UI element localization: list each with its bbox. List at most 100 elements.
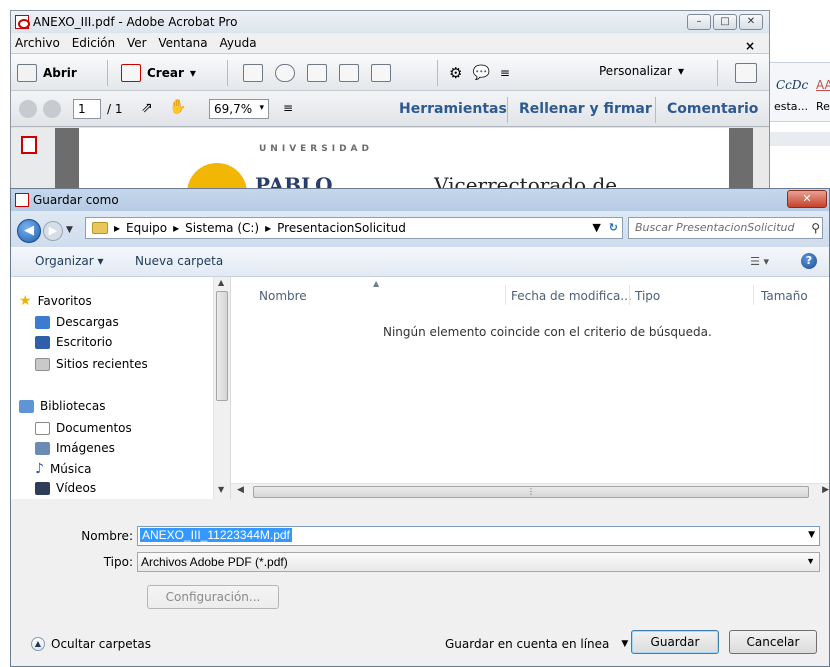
breadcrumb-sistema[interactable]: Sistema (C:) bbox=[185, 221, 259, 235]
document-scrollbar[interactable] bbox=[753, 128, 769, 196]
print-icon[interactable] bbox=[307, 64, 327, 82]
close-document-button[interactable]: × bbox=[741, 36, 759, 53]
window-controls: – □ ✕ bbox=[687, 14, 763, 30]
menu-ayuda[interactable]: Ayuda bbox=[215, 33, 260, 50]
hide-folders-button[interactable]: ▲ Ocultar carpetas bbox=[31, 637, 151, 651]
forward-button[interactable]: ▶ bbox=[43, 221, 63, 241]
menu-edicion[interactable]: Edición bbox=[68, 33, 119, 50]
acrobat-side-pane bbox=[11, 128, 55, 196]
zoom-value: 69,7% bbox=[214, 102, 253, 116]
menu-ver[interactable]: Ver bbox=[123, 33, 151, 50]
dialog-close-button[interactable]: ✕ bbox=[787, 190, 827, 208]
toolbar-divider bbox=[507, 97, 508, 123]
nav-item-videos[interactable]: Vídeos bbox=[35, 481, 96, 495]
style-preview-2[interactable]: AA bbox=[816, 78, 830, 92]
navigation-pane: ★ Favoritos Descargas Escritorio Sitios … bbox=[11, 277, 231, 499]
previous-page-icon[interactable] bbox=[19, 100, 37, 118]
expand-icon[interactable] bbox=[735, 63, 757, 83]
save-online-label: Guardar en cuenta en línea bbox=[445, 637, 610, 651]
fill-sign-panel-button[interactable]: Rellenar y firmar bbox=[519, 101, 652, 117]
more-icon[interactable]: ≡ bbox=[283, 101, 293, 115]
sort-indicator-icon: ▲ bbox=[373, 279, 380, 288]
cancel-button[interactable]: Cancelar bbox=[729, 630, 817, 654]
comment-bubble-icon[interactable]: 💬 bbox=[472, 65, 489, 81]
nav-item-desktop[interactable]: Escritorio bbox=[35, 335, 112, 349]
pdf-file-icon[interactable] bbox=[21, 136, 37, 154]
tools-panel-button[interactable]: Herramientas bbox=[399, 101, 507, 117]
edit-icon[interactable] bbox=[339, 64, 359, 82]
nav-favorites[interactable]: ★ Favoritos bbox=[19, 293, 92, 309]
nav-libraries[interactable]: Bibliotecas bbox=[19, 399, 105, 413]
collapse-icon: ▲ bbox=[31, 637, 45, 651]
scroll-down-icon[interactable]: ▼ bbox=[218, 485, 224, 494]
back-button[interactable]: ◀ bbox=[17, 219, 41, 243]
acrobat-menu-bar: Archivo Edición Ver Ventana Ayuda × bbox=[11, 33, 769, 53]
column-header-type[interactable]: Tipo bbox=[635, 289, 660, 303]
history-dropdown-icon[interactable]: ▼ bbox=[66, 225, 73, 235]
filetype-select[interactable]: Archivos Adobe PDF (*.pdf) ▼ bbox=[137, 552, 820, 572]
more-icon[interactable]: ≡ bbox=[500, 66, 510, 80]
gear-icon[interactable]: ⚙ bbox=[449, 64, 462, 82]
filename-input[interactable]: ANEXO_III_11223344M.pdf ▼ bbox=[137, 526, 820, 546]
menu-ventana[interactable]: Ventana bbox=[154, 33, 211, 50]
search-icon[interactable]: ⚲ bbox=[811, 221, 820, 235]
music-icon: ♪ bbox=[35, 461, 44, 477]
scrollbar-thumb[interactable] bbox=[216, 291, 228, 401]
save-button[interactable]: Guardar bbox=[631, 630, 719, 654]
customize-button[interactable]: Personalizar ▾ bbox=[599, 64, 684, 78]
acrobat-window-title: ANEXO_III.pdf - Adobe Acrobat Pro bbox=[33, 15, 238, 29]
organize-button[interactable]: Organizar ▾ bbox=[35, 254, 104, 268]
view-options-icon[interactable]: ☰ ▾ bbox=[750, 255, 769, 268]
nav-item-music[interactable]: ♪ Música bbox=[35, 461, 91, 477]
breadcrumb-equipo[interactable]: Equipo bbox=[126, 221, 167, 235]
filetype-value: Archivos Adobe PDF (*.pdf) bbox=[141, 555, 288, 569]
refresh-icon[interactable]: ↻ bbox=[609, 221, 618, 234]
scrollbar-thumb[interactable]: ⋮ bbox=[253, 486, 809, 498]
save-online-dropdown[interactable]: Guardar en cuenta en línea ▼ bbox=[445, 637, 628, 651]
column-header-date[interactable]: Fecha de modifica... bbox=[511, 289, 632, 303]
file-list-h-scrollbar[interactable]: ◀ ⋮ ▶ bbox=[231, 483, 829, 500]
column-header-name[interactable]: Nombre bbox=[259, 289, 307, 303]
chevron-down-icon[interactable]: ▼ bbox=[806, 556, 815, 566]
next-page-icon[interactable] bbox=[43, 100, 61, 118]
search-input[interactable]: Buscar PresentacionSolicitud ⚲ bbox=[628, 217, 823, 239]
chevron-down-icon[interactable]: ▼ bbox=[808, 530, 815, 540]
address-dropdown-icon[interactable]: ▼ bbox=[592, 221, 600, 234]
nav-item-recent[interactable]: Sitios recientes bbox=[35, 357, 148, 371]
open-button[interactable]: Abrir bbox=[17, 64, 77, 82]
nav-item-pictures[interactable]: Imágenes bbox=[35, 441, 115, 455]
scroll-right-icon[interactable]: ▶ bbox=[822, 485, 829, 495]
select-tool-icon[interactable]: ⇗ bbox=[141, 100, 153, 116]
minimize-button[interactable]: – bbox=[687, 14, 711, 30]
page-number-input[interactable]: 1 bbox=[73, 99, 101, 119]
save-icon[interactable] bbox=[243, 64, 263, 82]
cloud-upload-icon[interactable] bbox=[275, 64, 295, 82]
close-window-button[interactable]: ✕ bbox=[739, 14, 763, 30]
menu-archivo[interactable]: Archivo bbox=[11, 33, 64, 50]
nav-favorites-label: Favoritos bbox=[37, 294, 92, 308]
breadcrumb-presentacion[interactable]: PresentacionSolicitud bbox=[277, 221, 406, 235]
scroll-left-icon[interactable]: ◀ bbox=[237, 485, 244, 495]
nav-pane-scrollbar[interactable]: ▲ ▼ bbox=[213, 277, 230, 499]
email-icon[interactable] bbox=[371, 64, 391, 82]
configuration-button[interactable]: Configuración... bbox=[147, 585, 279, 609]
open-label: Abrir bbox=[43, 66, 77, 80]
zoom-input[interactable]: 69,7% ▾ bbox=[209, 99, 269, 119]
hand-tool-icon[interactable]: ✋ bbox=[169, 99, 186, 115]
address-bar[interactable]: ▸ Equipo ▸ Sistema (C:) ▸ PresentacionSo… bbox=[85, 217, 623, 239]
documents-icon bbox=[35, 421, 50, 435]
help-icon[interactable]: ? bbox=[801, 253, 817, 269]
scroll-up-icon[interactable]: ▲ bbox=[218, 278, 224, 287]
column-header-size[interactable]: Tamaño bbox=[761, 289, 808, 303]
style-preview-1[interactable]: CcDc bbox=[776, 78, 808, 92]
pdf-file-icon bbox=[15, 15, 30, 29]
breadcrumb-separator: ▸ bbox=[173, 221, 180, 235]
nav-item-downloads[interactable]: Descargas bbox=[35, 315, 119, 329]
nav-item-documents[interactable]: Documentos bbox=[35, 421, 132, 435]
new-folder-button[interactable]: Nueva carpeta bbox=[135, 254, 223, 268]
save-as-dialog: Guardar como ✕ ◀ ▶ ▼ ▸ Equipo ▸ Sistema … bbox=[10, 188, 830, 667]
comment-panel-button[interactable]: Comentario bbox=[667, 101, 758, 117]
acrobat-main-toolbar: Abrir Crear ▾ ⚙ 💬 ≡ Personalizar ▾ bbox=[11, 53, 769, 91]
maximize-button[interactable]: □ bbox=[713, 14, 737, 30]
create-button[interactable]: Crear ▾ bbox=[121, 64, 196, 82]
